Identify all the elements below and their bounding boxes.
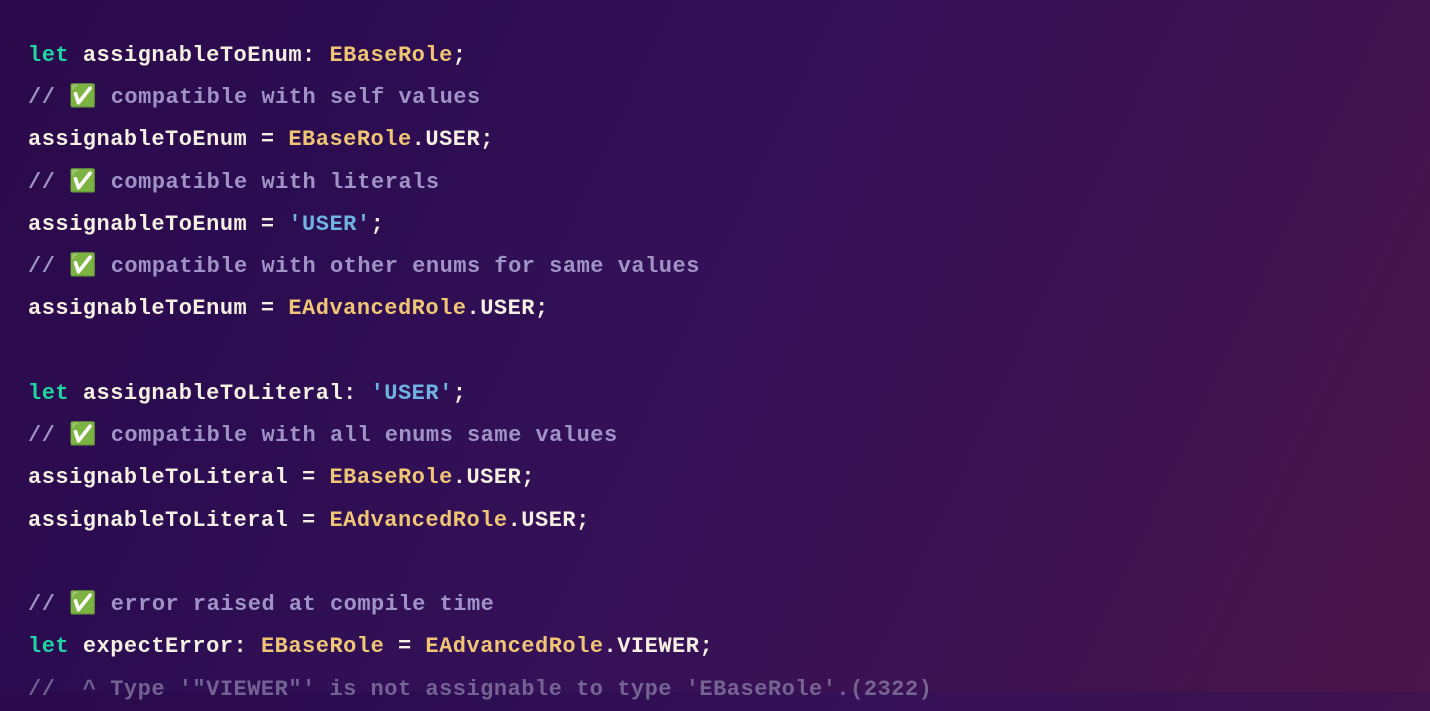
token-punct: :: [234, 634, 261, 659]
token-punct: [69, 381, 83, 406]
token-comment: //: [28, 85, 69, 110]
token-punct: ;: [521, 465, 535, 490]
token-punct: ;: [453, 381, 467, 406]
code-line: assignableToEnum = 'USER';: [28, 204, 1402, 246]
token-member: USER: [480, 296, 535, 321]
token-op: =: [247, 127, 288, 152]
code-line: assignableToEnum = EBaseRole.USER;: [28, 119, 1402, 161]
code-line: let assignableToEnum: EBaseRole;: [28, 35, 1402, 77]
code-line: // ^ Type '"VIEWER"' is not assignable t…: [28, 669, 1402, 711]
token-emoji: ✅: [69, 254, 97, 279]
token-ident: assignableToLiteral: [28, 508, 288, 533]
token-comment: error raised at compile time: [97, 592, 494, 617]
token-punct: .: [604, 634, 618, 659]
code-line: let assignableToLiteral: 'USER';: [28, 373, 1402, 415]
token-punct: ;: [371, 212, 385, 237]
token-member: USER: [425, 127, 480, 152]
token-op: =: [247, 212, 288, 237]
token-comment: //: [28, 170, 69, 195]
token-ident: assignableToEnum: [83, 43, 302, 68]
token-member: VIEWER: [617, 634, 699, 659]
token-comment: compatible with other enums for same val…: [97, 254, 700, 279]
token-ident: assignableToLiteral: [83, 381, 343, 406]
token-kw: let: [28, 634, 69, 659]
token-punct: .: [412, 127, 426, 152]
token-emoji: ✅: [69, 592, 97, 617]
code-line: // ✅ compatible with self values: [28, 77, 1402, 119]
token-string: 'USER': [371, 381, 453, 406]
token-comment: compatible with literals: [97, 170, 440, 195]
token-comment: //: [28, 254, 69, 279]
token-comment: //: [28, 423, 69, 448]
token-emoji: ✅: [69, 170, 97, 195]
token-op: =: [247, 296, 288, 321]
token-punct: ;: [453, 43, 467, 68]
token-emoji: ✅: [69, 85, 97, 110]
token-punct: .: [508, 508, 522, 533]
code-line: // ✅ error raised at compile time: [28, 584, 1402, 626]
token-punct: .: [466, 296, 480, 321]
token-op: =: [288, 465, 329, 490]
token-comment: //: [28, 592, 69, 617]
token-punct: ;: [576, 508, 590, 533]
token-type: EAdvancedRole: [329, 508, 507, 533]
code-line: assignableToEnum = EAdvancedRole.USER;: [28, 288, 1402, 330]
code-line: [28, 331, 1402, 373]
token-punct: [69, 634, 83, 659]
token-type: EBaseRole: [329, 465, 452, 490]
code-line: assignableToLiteral = EBaseRole.USER;: [28, 457, 1402, 499]
token-emoji: ✅: [69, 423, 97, 448]
token-kw: let: [28, 381, 69, 406]
token-punct: ;: [535, 296, 549, 321]
token-comment: compatible with all enums same values: [97, 423, 618, 448]
token-comment: compatible with self values: [97, 85, 481, 110]
token-op: =: [288, 508, 329, 533]
code-line: let expectError: EBaseRole = EAdvancedRo…: [28, 626, 1402, 668]
token-type: EAdvancedRole: [288, 296, 466, 321]
token-kw: let: [28, 43, 69, 68]
token-ident: expectError: [83, 634, 234, 659]
token-op: =: [384, 634, 425, 659]
token-type: EAdvancedRole: [425, 634, 603, 659]
token-string: 'USER': [288, 212, 370, 237]
token-ident: assignableToEnum: [28, 212, 247, 237]
code-line: // ✅ compatible with all enums same valu…: [28, 415, 1402, 457]
token-punct: ;: [699, 634, 713, 659]
token-member: USER: [521, 508, 576, 533]
token-punct: [69, 43, 83, 68]
token-dim: // ^ Type '"VIEWER"' is not assignable t…: [28, 677, 932, 702]
token-punct: .: [453, 465, 467, 490]
code-line: // ✅ compatible with other enums for sam…: [28, 246, 1402, 288]
token-punct: ;: [480, 127, 494, 152]
token-type: EBaseRole: [288, 127, 411, 152]
token-type: EBaseRole: [261, 634, 384, 659]
token-type: EBaseRole: [329, 43, 452, 68]
code-line: assignableToLiteral = EAdvancedRole.USER…: [28, 500, 1402, 542]
code-block: let assignableToEnum: EBaseRole;// ✅ com…: [28, 35, 1402, 711]
token-ident: assignableToEnum: [28, 296, 247, 321]
code-line: [28, 542, 1402, 584]
code-line: // ✅ compatible with literals: [28, 162, 1402, 204]
token-member: USER: [466, 465, 521, 490]
token-ident: assignableToLiteral: [28, 465, 288, 490]
token-punct: :: [343, 381, 370, 406]
token-punct: :: [302, 43, 329, 68]
token-ident: assignableToEnum: [28, 127, 247, 152]
